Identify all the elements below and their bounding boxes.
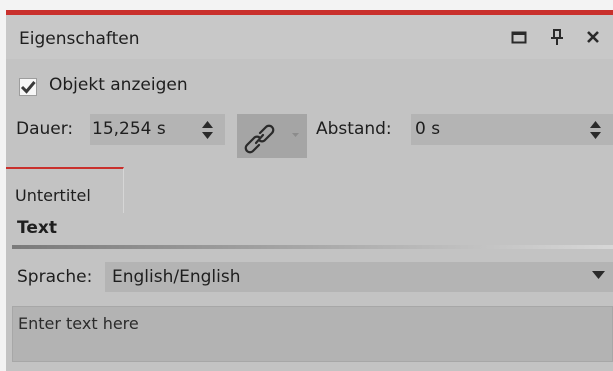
language-label: Sprache: bbox=[17, 267, 93, 287]
tab-subtitles[interactable]: Untertitel bbox=[6, 167, 124, 213]
chain-link-icon bbox=[244, 124, 299, 154]
tab-subtitles-label: Untertitel bbox=[15, 186, 91, 205]
duration-label: Dauer: bbox=[16, 119, 74, 139]
spacing-spinbox[interactable]: 0 s bbox=[411, 114, 613, 145]
spacing-label: Abstand: bbox=[316, 119, 392, 139]
duration-value[interactable]: 15,254 s bbox=[92, 119, 166, 139]
link-duration-button[interactable] bbox=[237, 114, 307, 158]
spacing-spin-arrows-icon[interactable] bbox=[589, 119, 602, 141]
text-section-title: Text bbox=[17, 218, 57, 238]
maximize-icon[interactable] bbox=[508, 26, 530, 48]
close-icon[interactable] bbox=[582, 26, 604, 48]
panel-title: Eigenschaften bbox=[19, 29, 140, 49]
duration-spinbox[interactable]: 15,254 s bbox=[90, 114, 225, 145]
show-object-label: Objekt anzeigen bbox=[49, 75, 188, 95]
spacing-value[interactable]: 0 s bbox=[415, 119, 440, 139]
panel-titlebar: Eigenschaften bbox=[6, 15, 613, 59]
subtitle-text-value[interactable]: Enter text here bbox=[18, 314, 139, 333]
show-object-checkbox[interactable] bbox=[19, 78, 37, 96]
section-divider bbox=[12, 245, 613, 249]
language-select[interactable]: English/English bbox=[105, 262, 613, 292]
language-value: English/English bbox=[112, 267, 241, 287]
subtitle-text-input[interactable]: Enter text here bbox=[12, 306, 613, 362]
duration-spin-arrows-icon[interactable] bbox=[201, 119, 214, 141]
chevron-down-icon[interactable] bbox=[592, 271, 605, 280]
properties-panel: Eigenschaften Objekt anzeigen Dauer: 15,… bbox=[6, 10, 613, 371]
pin-icon[interactable] bbox=[546, 26, 568, 48]
